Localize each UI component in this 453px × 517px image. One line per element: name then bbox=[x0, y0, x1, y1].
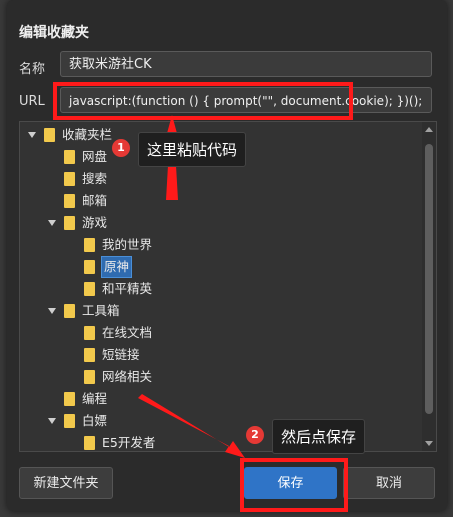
arrow-down-right-icon bbox=[138, 394, 245, 458]
step-1-badge: 1 bbox=[112, 139, 130, 157]
annotation-arrows bbox=[138, 115, 245, 458]
step-2-badge: 2 bbox=[246, 426, 264, 444]
step-2-tooltip: 然后点保存 bbox=[272, 419, 366, 454]
step-1-tooltip: 这里粘贴代码 bbox=[138, 132, 247, 167]
